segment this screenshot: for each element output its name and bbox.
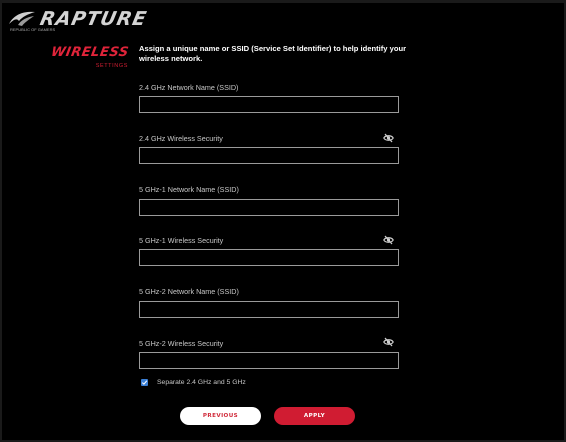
section-title-main: WIRELESS — [49, 45, 130, 60]
security-5g2-input[interactable] — [139, 352, 399, 369]
brand-subtitle: REPUBLIC OF GAMERS — [10, 27, 56, 32]
section-title: WIRELESS SETTINGS — [49, 43, 130, 70]
security-24-label: 2.4 GHz Wireless Security — [139, 134, 223, 143]
previous-button[interactable]: PREVIOUS — [180, 407, 261, 425]
eye-slash-icon[interactable] — [383, 235, 394, 245]
ssid-5g2-label: 5 GHz-2 Network Name (SSID) — [139, 287, 239, 296]
intro-text: Assign a unique name or SSID (Service Se… — [139, 44, 407, 63]
ssid-5g2-input[interactable] — [139, 301, 399, 318]
apply-button[interactable]: APPLY — [274, 407, 355, 425]
ssid-24-input[interactable] — [139, 96, 399, 113]
separate-bands-checkbox[interactable] — [141, 379, 148, 386]
rog-eye-icon — [9, 11, 35, 26]
security-5g2-label: 5 GHz-2 Wireless Security — [139, 339, 224, 348]
security-5g1-label: 5 GHz-1 Wireless Security — [139, 236, 224, 245]
eye-slash-icon[interactable] — [383, 133, 394, 143]
ssid-5g1-input[interactable] — [139, 199, 399, 216]
security-24-input[interactable] — [139, 147, 399, 164]
setup-window: RAPTURE REPUBLIC OF GAMERS WIRELESS SETT… — [2, 3, 564, 440]
section-title-sub: SETTINGS — [95, 63, 128, 69]
ssid-24-label: 2.4 GHz Network Name (SSID) — [139, 83, 239, 92]
ssid-5g1-label: 5 GHz-1 Network Name (SSID) — [139, 185, 239, 194]
security-5g1-input[interactable] — [139, 249, 399, 266]
eye-slash-icon[interactable] — [383, 337, 394, 347]
separate-bands-label: Separate 2.4 GHz and 5 GHz — [157, 379, 246, 386]
checkmark-icon — [141, 380, 148, 385]
